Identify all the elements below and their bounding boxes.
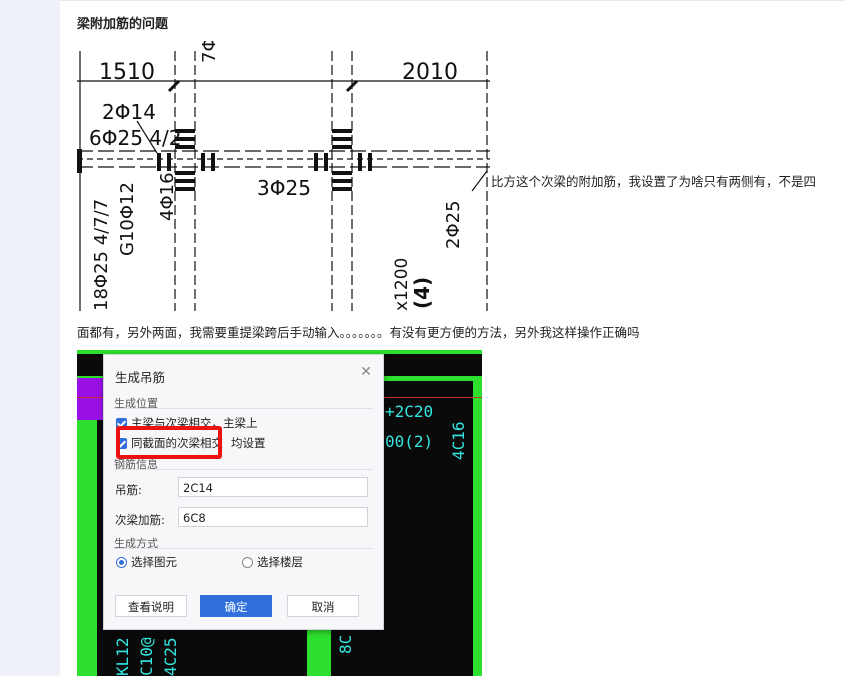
- software-screenshot: +2C20 00(2) 4C16 KL12 C10@ 4C25 8C 生成吊筋 …: [77, 350, 482, 676]
- generate-hanging-rebar-dialog: 生成吊筋 ✕ 生成位置 主梁与次梁相交，主梁上 同截面的次梁相交 均设置 钢筋信…: [103, 354, 384, 630]
- radio-label: 选择图元: [131, 555, 177, 569]
- red-highlight-box: [116, 426, 222, 459]
- left-margin: [0, 0, 60, 675]
- checkbox-label-suffix: 均设置: [231, 436, 266, 450]
- ok-button[interactable]: 确定: [200, 595, 272, 617]
- dialog-title: 生成吊筋: [115, 370, 166, 385]
- label-x1200: x1200: [392, 258, 412, 311]
- secondary-beam-rebar-input[interactable]: 6C8: [178, 507, 368, 527]
- radio-label: 选择楼层: [257, 555, 303, 569]
- help-button[interactable]: 查看说明: [115, 595, 187, 617]
- label-7phi: 7Φ: [199, 41, 220, 63]
- dim-right: 2010: [402, 60, 458, 85]
- hanging-rebar-label: 吊筋:: [115, 483, 142, 497]
- close-icon[interactable]: ✕: [358, 364, 374, 380]
- cad-green-column: [77, 410, 97, 676]
- cad-text: C10@: [137, 637, 156, 676]
- radio-selected-icon[interactable]: [116, 556, 127, 568]
- label-2phi14: 2Φ14: [102, 100, 156, 124]
- cad-green-column: [473, 380, 482, 676]
- label-6phi25: 6Φ25 4/2: [89, 126, 181, 150]
- label-18phi25: 18Φ25 4/7/7: [91, 199, 112, 311]
- cad-drawing-image: 1510 2010 2Φ14 6Φ25 4/2 3Φ25 4Φ16 G10Φ12…: [77, 41, 490, 313]
- label-g10phi12: G10Φ12: [117, 182, 138, 256]
- post-paragraph: 面都有，另外两面，我需要重提梁跨后手动输入。。。。。。。有没有更方便的方法，另外…: [77, 325, 640, 340]
- cancel-button[interactable]: 取消: [287, 595, 359, 617]
- label-4: (4): [410, 277, 434, 309]
- cad-text: 8C: [336, 634, 355, 654]
- label-2phi25: 2Φ25: [443, 200, 464, 249]
- radio-unselected-icon[interactable]: [242, 556, 253, 568]
- post-inline-text: 比方这个次梁的附加筋，我设置了为啥只有两侧有，不是四: [491, 174, 817, 189]
- label-4phi16: 4Φ16: [157, 172, 178, 221]
- post-content: 梁附加筋的问题 1510 2010 2Φ14 6Φ25 4/2 3Φ25 4Φ1…: [60, 0, 845, 676]
- cad-purple-block: [77, 378, 103, 420]
- label-3phi25: 3Φ25: [257, 176, 311, 200]
- radio-select-element[interactable]: 选择图元: [116, 554, 177, 570]
- cad-text: KL12: [113, 637, 132, 676]
- divider: [114, 548, 373, 549]
- hanging-rebar-input[interactable]: 2C14: [178, 477, 368, 497]
- divider: [114, 469, 373, 470]
- dim-left: 1510: [99, 60, 155, 85]
- cad-text: 00(2): [385, 432, 434, 451]
- cad-text: +2C20: [385, 402, 434, 421]
- divider: [114, 408, 373, 409]
- secondary-beam-rebar-label: 次梁加筋:: [115, 513, 165, 527]
- cad-text: 4C25: [161, 637, 180, 676]
- radio-select-floor[interactable]: 选择楼层: [242, 554, 303, 570]
- cad-text: 4C16: [449, 421, 468, 460]
- post-title: 梁附加筋的问题: [77, 17, 169, 32]
